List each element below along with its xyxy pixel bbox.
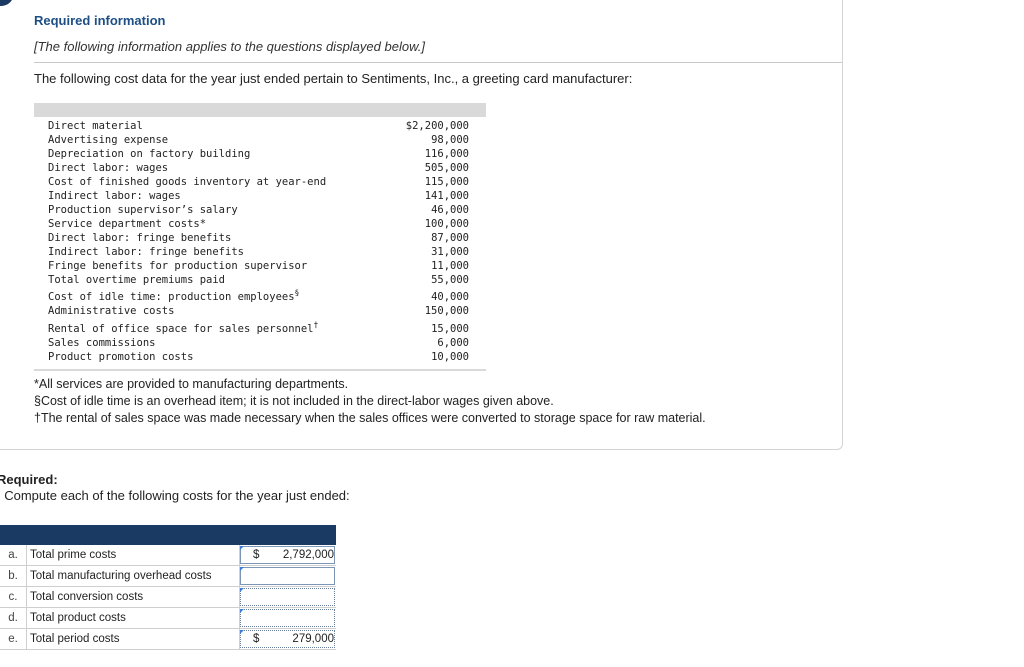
cost-value: 6,000 [437,337,469,349]
answer-row: d. Total product costs [0,608,336,629]
cost-row: Total overtime premiums paid 55,000 [48,273,469,287]
answer-row: a. Total prime costs $2,792,000 [0,545,336,566]
answer-input[interactable] [240,588,335,606]
cost-label: Production supervisor’s salary [48,204,238,216]
dollar-sign: $ [253,633,260,645]
answer-table-header [0,525,336,545]
cost-label: Direct labor: fringe benefits [48,232,232,244]
cost-value: 15,000 [431,323,469,335]
input-flag-icon [240,609,244,613]
cost-value: 10,000 [431,351,469,363]
answer-label: Total product costs [30,612,126,624]
cost-label: Total overtime premiums paid [48,274,226,286]
answer-table: a. Total prime costs $2,792,000 b. Total man… [0,525,336,650]
input-flag-icon [240,630,244,634]
cost-label: Product promotion costs [48,351,194,363]
cost-row: Depreciation on factory building 116,000 [48,147,469,161]
cost-value: 31,000 [431,246,469,258]
cost-value: 116,000 [424,148,469,160]
cost-row: Direct labor: fringe benefits 87,000 [48,231,469,245]
cost-table-header [34,103,486,117]
cost-row: Indirect labor: wages 141,000 [48,189,469,203]
input-flag-icon [240,546,244,550]
cost-row: Cost of idle time: production employees§… [48,288,469,304]
answer-amount: 279,000 [292,633,334,645]
cost-value: 55,000 [431,274,469,286]
cost-value: 141,000 [424,190,469,202]
input-flag-icon [240,588,244,592]
answer-letter: e. [0,629,27,649]
cost-value: $2,200,000 [405,120,469,132]
answer-label: Total conversion costs [30,591,144,603]
cost-label: Service department costs* [48,218,207,230]
footnote-marker: † [313,320,319,330]
cost-value: 505,000 [424,162,469,174]
input-flag-icon [240,567,244,571]
cost-row: Service department costs* 100,000 [48,217,469,231]
cost-value: 87,000 [431,232,469,244]
cost-row: Advertising expense 98,000 [48,133,469,147]
answer-label: Total manufacturing overhead costs [30,570,212,582]
cost-label: Administrative costs [48,305,175,317]
answer-letter: c. [0,587,27,607]
cost-row: Production supervisor’s salary 46,000 [48,203,469,217]
cost-label: Indirect labor: fringe benefits [48,246,244,258]
cost-label: Advertising expense [48,134,169,146]
cost-table-footer [34,369,486,371]
cost-label: Direct labor: wages [48,162,169,174]
answer-letter: b. [0,566,27,586]
cost-row: Sales commissions 6,000 [48,336,469,350]
cost-value: 150,000 [424,305,469,317]
required-information-title: Required information [34,13,166,28]
cost-value: 98,000 [431,134,469,146]
panel-marker-icon [0,0,14,6]
dollar-sign: $ [253,549,260,561]
answer-row: e. Total period costs $279,000 [0,629,336,650]
footnote: †The rental of sales space was made nece… [34,411,706,425]
cost-data-table: Direct material $2,200,000 Advertising exp… [34,103,486,371]
answer-label: Total period costs [30,633,120,645]
applies-note: [The following information applies to th… [34,39,425,54]
cost-row: Product promotion costs 10,000 [48,350,469,364]
cost-label: Fringe benefits for production superviso… [48,260,308,272]
required-label: Required: [0,472,58,487]
cost-row: Rental of office space for sales personn… [48,320,469,336]
answer-input[interactable] [240,609,335,627]
cost-label: Cost of idle time: production employees§ [48,288,300,303]
answer-row: b. Total manufacturing overhead costs [0,566,336,587]
cost-value: 46,000 [431,204,469,216]
answer-letter: d. [0,608,27,628]
cost-value: 40,000 [431,291,469,303]
cost-label: Indirect labor: wages [48,190,181,202]
cost-value: 115,000 [424,176,469,188]
cost-row: Cost of finished goods inventory at year… [48,175,469,189]
cost-row: Fringe benefits for production superviso… [48,259,469,273]
cost-row: Indirect labor: fringe benefits 31,000 [48,245,469,259]
footnote: §Cost of idle time is an overhead item; … [34,394,554,408]
cost-label: Rental of office space for sales personn… [48,320,319,335]
cost-label: Sales commissions [48,337,156,349]
answer-amount: 2,792,000 [282,549,334,561]
cost-row: Direct labor: wages 505,000 [48,161,469,175]
cost-label: Direct material [48,120,143,132]
cost-label: Cost of finished goods inventory at year… [48,176,327,188]
cost-label: Depreciation on factory building [48,148,251,160]
answer-row: c. Total conversion costs [0,587,336,608]
cost-value: 100,000 [424,218,469,230]
footnote-marker: § [294,288,300,298]
footnote: *All services are provided to manufactur… [34,377,349,391]
answer-label: Total prime costs [30,549,117,561]
cost-row: Administrative costs 150,000 [48,304,469,318]
cost-value: 11,000 [431,260,469,272]
cost-row: Direct material $2,200,000 [48,119,469,133]
intro-text: The following cost data for the year jus… [34,71,633,86]
answer-letter: a. [0,545,27,565]
divider [34,62,842,63]
question-text: . Compute each of the following costs fo… [0,488,350,503]
answer-input[interactable] [240,567,335,585]
